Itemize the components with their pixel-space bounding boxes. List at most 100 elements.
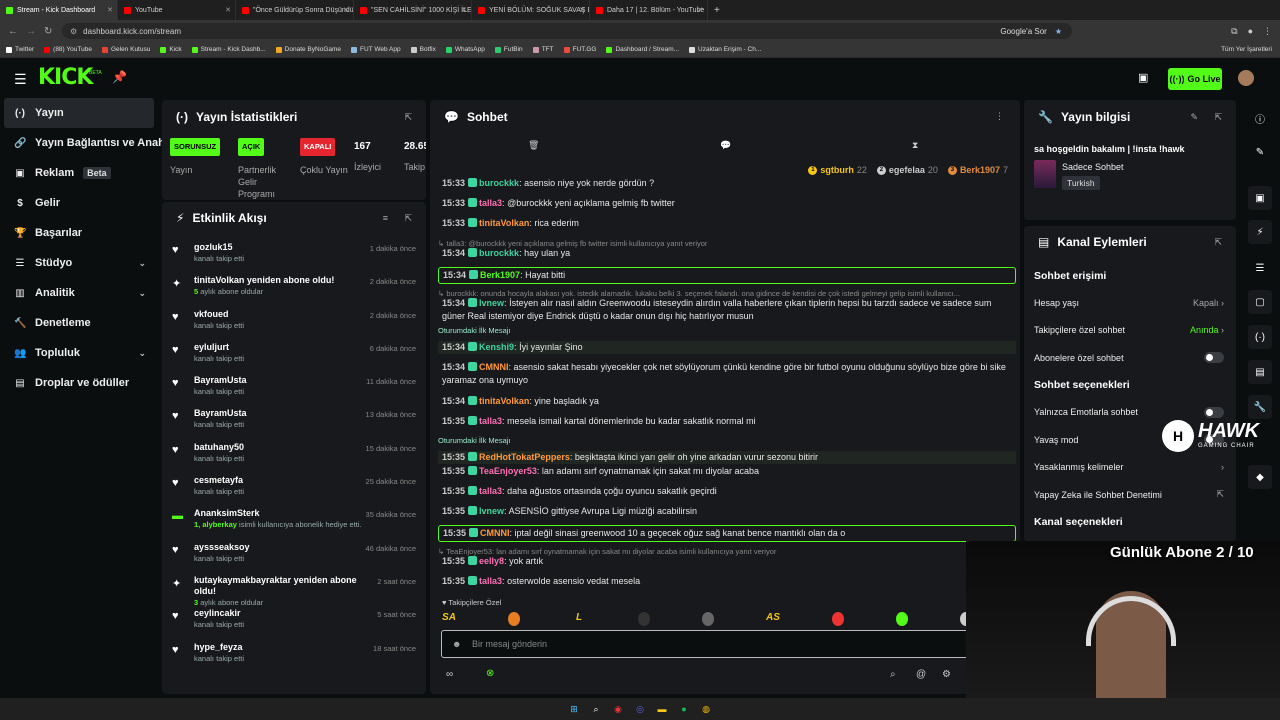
popout-icon[interactable]: ⇱ <box>1214 112 1222 123</box>
activity-item[interactable]: ✦ tinitaVolkan yeniden abone oldu! 5 aylık… <box>162 271 426 304</box>
message-user[interactable]: tinitaVolkan <box>479 218 529 228</box>
gear-icon[interactable]: ⚙ <box>942 669 951 680</box>
bookmark-item[interactable]: FUT.GG <box>563 46 596 53</box>
emote-icon[interactable]: SA <box>442 612 456 626</box>
bookmark-item[interactable]: WhatsApp <box>445 46 485 53</box>
bookmark-item[interactable]: (88) YouTube <box>44 46 92 53</box>
info-icon[interactable]: ⓘ <box>1248 106 1272 130</box>
diamond-rail-icon[interactable]: ◆ <box>1248 465 1272 489</box>
chrome-icon[interactable]: ◍ <box>699 702 713 716</box>
chat-rail-icon[interactable]: ▢ <box>1248 290 1272 314</box>
activity-item[interactable]: ♥ batuhany50 kanalı takip etti 15 dakika ön… <box>162 438 426 471</box>
sidebar-item[interactable]: ▥ Analitik ⌄ <box>0 278 160 308</box>
stats-rail-icon[interactable]: ▣ <box>1248 186 1272 210</box>
emote-icon[interactable]: AS <box>766 612 780 626</box>
tab-close-icon[interactable]: ✕ <box>107 6 113 14</box>
bookmark-item[interactable]: Uzaktan Erişim - Ch... <box>689 46 761 53</box>
message-user[interactable]: talla3 <box>479 486 502 496</box>
chat-message[interactable]: 15:34 CMNNI: asensio sakat hesabı yiyecek… <box>438 361 1016 387</box>
sidebar-item[interactable]: 🔨 Denetleme <box>0 308 160 338</box>
chat-menu-icon[interactable]: ⋮ <box>995 111 1004 122</box>
all-bookmarks[interactable]: Tüm Yer İşaretleri <box>1221 46 1272 53</box>
followers-only-row[interactable]: Takipçilere özel sohbet Anında › <box>1024 317 1236 345</box>
sidebar-item[interactable]: ▤ Droplar ve ödüller <box>0 368 160 398</box>
lightning-rail-icon[interactable]: ⚡ <box>1248 220 1272 244</box>
edit-rail-icon[interactable]: ✎ <box>1248 140 1272 164</box>
message-user[interactable]: TeaEnjoyer53 <box>479 466 537 476</box>
message-user[interactable]: RedHotTokatPeppers <box>479 452 570 462</box>
activity-item[interactable]: ♥ ayssseaksoy kanalı takip etti 46 dakika ö… <box>162 538 426 571</box>
tab-close-icon[interactable]: ✕ <box>579 6 585 14</box>
browser-tab[interactable]: YENİ BÖLÜM: SOĞUK SAVAŞ EN...✕ <box>472 0 590 20</box>
extensions-icon[interactable]: ⧉ <box>1231 26 1237 37</box>
tab-close-icon[interactable]: ✕ <box>225 6 231 14</box>
bookmark-item[interactable]: Twitter <box>6 46 34 53</box>
forward-icon[interactable]: → <box>26 26 36 37</box>
chat-message[interactable]: 15:33 talla3: @burockkk yeni açıklama gel… <box>438 197 1016 210</box>
activity-item[interactable]: ♥ hype_feyza kanalı takip etti 18 saat önce <box>162 638 426 671</box>
activity-item[interactable]: ♥ vkfoued kanalı takip etti 2 dakika önce <box>162 305 426 338</box>
trash-icon[interactable]: 🗑 <box>528 140 539 151</box>
account-age-row[interactable]: Hesap yaşı Kapalı › <box>1024 289 1236 317</box>
popout-icon[interactable]: ⇱ <box>404 112 412 123</box>
edit-icon[interactable]: ✎ <box>1190 112 1198 123</box>
message-user[interactable]: Berk1907 <box>480 270 520 280</box>
chat-message[interactable]: 15:34 burockkk: hay ulan ya <box>438 247 1016 260</box>
chat-message[interactable]: 15:35 talla3: daha ağustos ortasında çoğu… <box>438 485 1016 498</box>
chat-message[interactable]: 15:35 talla3: mesela ismail kartal döneml… <box>438 415 1016 428</box>
browser-tab[interactable]: Daha 17 | 12. Bölüm - YouTube ✕ <box>590 0 708 20</box>
message-user[interactable]: talla3 <box>479 198 502 208</box>
chat-message[interactable]: 15:35 CMNNI: iptal değil sinasi greenwood… <box>438 525 1016 542</box>
google-ask-button[interactable]: Google'a Sor <box>1000 27 1046 36</box>
chat-message[interactable]: 15:34 lvnew: İsteyen alır nasıl aldın Gre… <box>438 297 1016 323</box>
tab-close-icon[interactable]: ✕ <box>697 6 703 14</box>
activity-item[interactable]: ♥ BayramUsta kanalı takip etti 11 dakika ön… <box>162 371 426 404</box>
search-icon[interactable]: ⌕ <box>890 669 896 680</box>
bookmark-star-icon[interactable]: ★ <box>1055 27 1062 36</box>
avatar[interactable] <box>1238 70 1254 86</box>
emote-only-toggle[interactable] <box>1204 406 1224 418</box>
sidebar-item[interactable]: (·) Yayın <box>4 98 154 128</box>
profile-icon[interactable]: ● <box>1248 26 1253 37</box>
wrench-rail-icon[interactable]: 🔧 <box>1248 395 1272 419</box>
top-chatter[interactable]: 3 Berk1907 7 <box>947 165 1008 175</box>
message-user[interactable]: CMNNI <box>479 362 509 372</box>
emote-icon[interactable] <box>508 612 520 626</box>
filter-icon[interactable]: ≡ <box>383 213 388 223</box>
activity-item[interactable]: ♥ gozluk15 kanalı takip etti 1 dakika önce <box>162 238 426 271</box>
new-tab-icon[interactable]: + <box>708 0 726 20</box>
shield-rail-icon[interactable]: ▤ <box>1248 360 1272 384</box>
top-chatter[interactable]: 2 egefelaa 20 <box>876 165 938 175</box>
chat-message[interactable]: 15:34 Berk1907: Hayat bitti <box>438 267 1016 284</box>
chat-bubble-icon[interactable]: 💬 <box>720 140 731 151</box>
list-rail-icon[interactable]: ☰ <box>1248 256 1272 280</box>
bookmark-item[interactable]: Stream - Kick Dashb... <box>191 46 266 53</box>
emote-icon[interactable] <box>638 612 650 626</box>
infinity-icon[interactable]: ∞ <box>446 669 453 680</box>
app-red-icon[interactable]: ◉ <box>611 702 625 716</box>
bookmark-item[interactable]: Donate ByNoGame <box>275 46 341 53</box>
activity-item[interactable]: ♥ eyluljurt kanalı takip etti 6 dakika önce <box>162 338 426 371</box>
message-user[interactable]: burockkk <box>479 178 519 188</box>
activity-item[interactable]: ✦ kutaykaymakbayraktar yeniden abone oldu… <box>162 571 426 607</box>
emote-icon[interactable] <box>832 612 844 626</box>
bookmark-item[interactable]: Kick <box>160 46 182 53</box>
browser-tab[interactable]: "Önce Güldürüp Sonra Düşündü... ✕ <box>236 0 354 20</box>
windows-start-icon[interactable]: ⊞ <box>567 702 581 716</box>
folder-icon[interactable]: ▬ <box>655 702 669 716</box>
chat-message[interactable]: 15:35 eelly8: yok artık <box>438 555 1016 568</box>
top-chatter[interactable]: 1 sgtburh 22 <box>808 165 867 175</box>
chat-input-box[interactable]: ☻ Bir mesaj gönderin <box>441 630 1001 658</box>
url-field[interactable]: ⚙ dashboard.kick.com/stream Google'a Sor… <box>62 23 1072 39</box>
bookmark-item[interactable]: Gelen Kutusu <box>101 46 150 53</box>
kick-coin-icon[interactable]: ⊗ <box>486 668 494 679</box>
chevron-down-icon[interactable]: ⌄ <box>138 288 146 299</box>
chevron-down-icon[interactable]: ⌄ <box>138 258 146 269</box>
activity-item[interactable]: ▬ AnanksimSterk 1, alyberkay isimli kullan… <box>162 504 426 537</box>
browser-tab[interactable]: YouTube ✕ <box>118 0 236 20</box>
message-user[interactable]: lvnew <box>479 298 504 308</box>
sidebar-item[interactable]: $ Gelir <box>0 188 160 218</box>
ai-mod-row[interactable]: Yapay Zeka ile Sohbet Denetimi ⇱ <box>1024 481 1236 509</box>
browser-tab[interactable]: "SEN CAHİLSİNİ" 1000 KİŞİ İLE... ✕ <box>354 0 472 20</box>
hamburger-menu-icon[interactable]: ☰ <box>14 71 27 88</box>
